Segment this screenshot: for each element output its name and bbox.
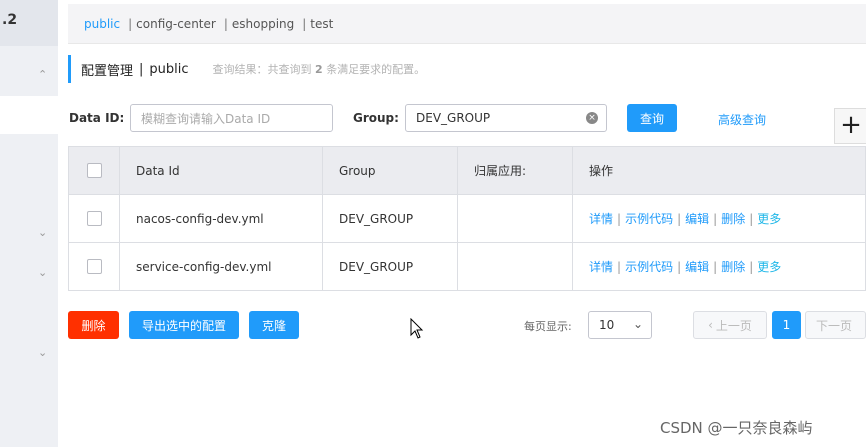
table-header-row: Data Id Group 归属应用: 操作	[68, 146, 866, 195]
group-value: DEV_GROUP	[416, 111, 491, 125]
namespace-tab-test[interactable]: | test	[302, 17, 333, 31]
sidebar: .2 ⌃ ⌄ ⌄ ⌄	[0, 0, 58, 447]
namespace-bar: public | config-center | eshopping | test	[68, 4, 866, 44]
version-label: .2	[0, 0, 58, 46]
cell-app	[457, 242, 573, 291]
query-button[interactable]: 查询	[627, 104, 677, 132]
chevron-down-icon[interactable]: ⌄	[38, 226, 47, 239]
cell-ops: 详情 | 示例代码 | 编辑 | 删除 | 更多	[572, 242, 866, 291]
dataid-placeholder: 模糊查询请输入Data ID	[141, 111, 271, 126]
row-select-cell	[68, 194, 120, 243]
namespace-tab-public[interactable]: public	[84, 17, 120, 31]
select-all-cell	[68, 146, 120, 195]
chevron-up-icon[interactable]: ⌃	[38, 68, 47, 81]
group-label: Group:	[353, 111, 399, 125]
col-header-dataid: Data Id	[119, 146, 323, 195]
sample-code-link[interactable]: 示例代码	[625, 212, 673, 226]
next-page-button[interactable]: 下一页	[805, 311, 866, 339]
delete-link[interactable]: 删除	[721, 212, 745, 226]
detail-link[interactable]: 详情	[589, 260, 613, 274]
cell-dataid: nacos-config-dev.yml	[119, 194, 323, 243]
chevron-down-icon[interactable]: ⌄	[38, 346, 47, 359]
query-result-text: 查询结果：共查询到 2 条满足要求的配置。	[212, 63, 426, 76]
row-select-cell	[68, 242, 120, 291]
cell-group: DEV_GROUP	[322, 194, 458, 243]
mouse-cursor-icon	[410, 318, 424, 339]
more-link[interactable]: 更多	[757, 212, 781, 226]
select-all-checkbox[interactable]	[87, 163, 102, 178]
table-row: nacos-config-dev.yml DEV_GROUP 详情 | 示例代码 | 编…	[68, 194, 866, 243]
page-1-button[interactable]: 1	[772, 311, 801, 339]
cell-dataid: service-config-dev.yml	[119, 242, 323, 291]
col-header-ops: 操作	[572, 146, 866, 195]
sample-code-link[interactable]: 示例代码	[625, 260, 673, 274]
namespace-tab-eshopping[interactable]: | eshopping	[224, 17, 294, 31]
detail-link[interactable]: 详情	[589, 212, 613, 226]
add-config-button[interactable]: +	[834, 108, 866, 144]
group-search-input[interactable]: DEV_GROUP ×	[405, 104, 607, 132]
dataid-label: Data ID:	[69, 111, 125, 125]
export-selected-button[interactable]: 导出选中的配置	[129, 311, 239, 339]
current-namespace: public	[149, 61, 189, 77]
prev-page-button[interactable]: ‹ 上一页	[693, 311, 767, 339]
dataid-search-input[interactable]: 模糊查询请输入Data ID	[130, 104, 333, 132]
chevron-down-icon[interactable]: ⌄	[38, 266, 47, 279]
row-checkbox[interactable]	[87, 211, 102, 226]
sidebar-item-selected[interactable]	[0, 96, 58, 134]
edit-link[interactable]: 编辑	[685, 212, 709, 226]
namespace-tab-config-center[interactable]: | config-center	[128, 17, 216, 31]
more-link[interactable]: 更多	[757, 260, 781, 274]
page-title: 配置管理	[81, 63, 134, 79]
page-size-label: 每页显示:	[524, 320, 572, 333]
table-row: service-config-dev.yml DEV_GROUP 详情 | 示例代码…	[68, 242, 866, 291]
cell-ops: 详情 | 示例代码 | 编辑 | 删除 | 更多	[572, 194, 866, 243]
cell-app	[457, 194, 573, 243]
page-size-value: 10	[599, 318, 615, 332]
row-checkbox[interactable]	[87, 259, 102, 274]
title-separator: |	[139, 61, 144, 77]
delete-button[interactable]: 删除	[68, 311, 119, 339]
chevron-left-icon: ‹	[708, 318, 713, 332]
page-header: 配置管理 | public 查询结果：共查询到 2 条满足要求的配置。	[68, 54, 425, 84]
watermark: CSDN @一只奈良森屿	[660, 419, 813, 437]
title-accent-bar	[68, 55, 71, 83]
col-header-group: Group	[322, 146, 458, 195]
chevron-down-icon: ⌄	[632, 317, 643, 331]
page-size-select[interactable]: 10 ⌄	[588, 311, 652, 339]
advanced-query-link[interactable]: 高级查询	[718, 111, 766, 128]
config-table: Data Id Group 归属应用: 操作 nacos-config-dev.…	[68, 146, 866, 291]
col-header-app: 归属应用:	[457, 146, 573, 195]
clone-button[interactable]: 克隆	[249, 311, 299, 339]
edit-link[interactable]: 编辑	[685, 260, 709, 274]
delete-link[interactable]: 删除	[721, 260, 745, 274]
clear-icon[interactable]: ×	[586, 112, 598, 124]
cell-group: DEV_GROUP	[322, 242, 458, 291]
